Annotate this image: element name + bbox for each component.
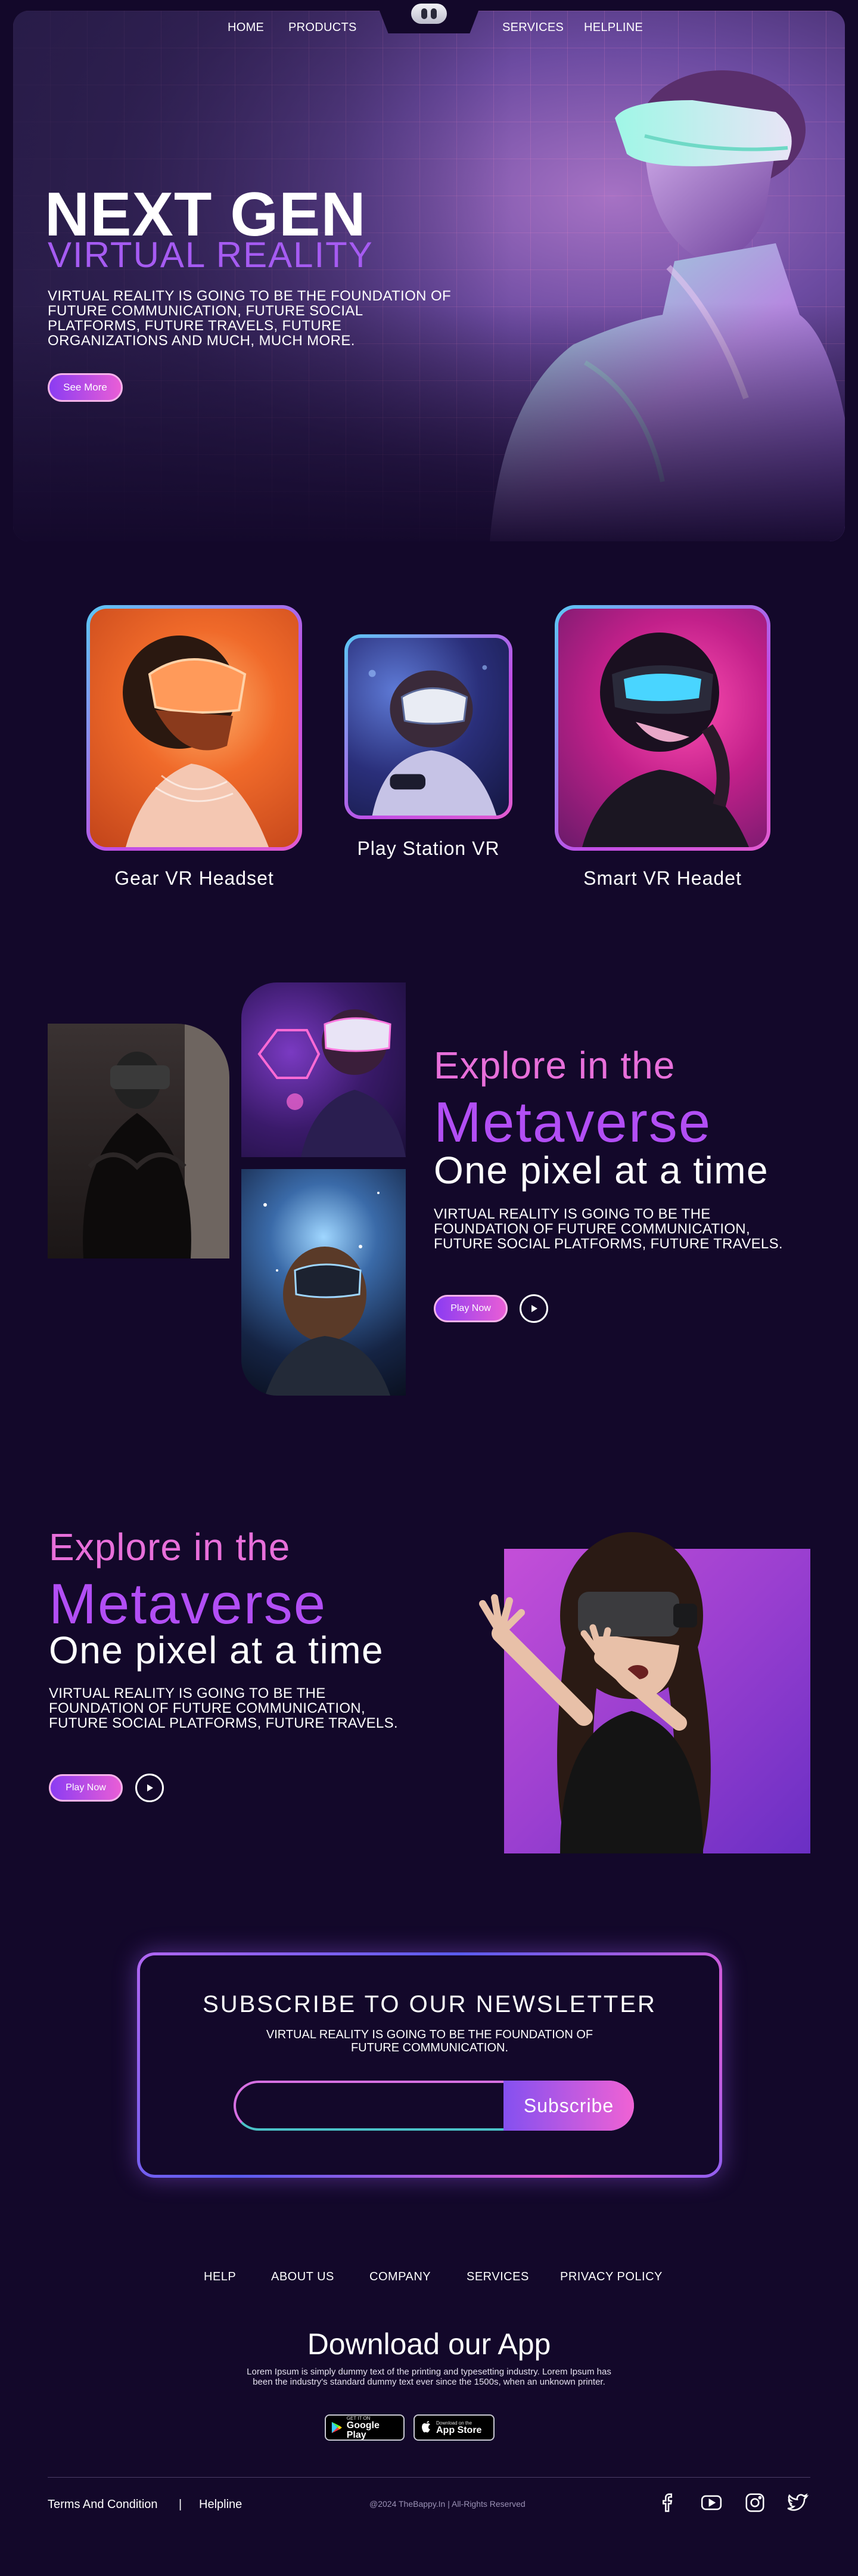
footer-link-services[interactable]: SERVICES bbox=[467, 2270, 529, 2284]
hologram-vr-illustration bbox=[257, 1009, 406, 1157]
explore2-play-now-button[interactable]: Play Now bbox=[49, 1774, 123, 1802]
newsletter-box: SUBSCRIBE TO OUR NEWSLETTER VIRTUAL REAL… bbox=[137, 1952, 722, 2178]
app-store-text: App Store bbox=[436, 2425, 482, 2435]
footer-link-company[interactable]: COMPANY bbox=[369, 2270, 431, 2284]
instagram-glyph bbox=[745, 2493, 764, 2512]
hero-subtitle: VIRTUAL REALITY bbox=[48, 235, 374, 275]
product-image-playstation bbox=[348, 638, 509, 816]
explore1-tagline: One pixel at a time bbox=[434, 1149, 769, 1192]
explore1-small-heading: Explore in the bbox=[434, 1044, 676, 1087]
twitter-icon[interactable] bbox=[784, 2490, 810, 2516]
explore1-big-heading: Metaverse bbox=[434, 1090, 712, 1154]
see-more-button[interactable]: See More bbox=[48, 373, 123, 402]
product-label-playstation: Play Station VR bbox=[357, 838, 500, 859]
nav-home[interactable]: HOME bbox=[228, 21, 264, 35]
explore2-small-heading: Explore in the bbox=[49, 1526, 291, 1568]
hero-section: NEXT GEN VIRTUAL REALITY VIRTUAL REALITY… bbox=[13, 11, 845, 541]
product-card-smart[interactable] bbox=[555, 605, 770, 851]
footer-link-about[interactable]: ABOUT US bbox=[271, 2270, 334, 2284]
newsletter-title: SUBSCRIBE TO OUR NEWSLETTER bbox=[203, 1991, 657, 2017]
youtube-icon[interactable] bbox=[698, 2490, 725, 2516]
nav-services[interactable]: SERVICES bbox=[502, 21, 564, 35]
product-label-smart: Smart VR Headet bbox=[583, 867, 742, 889]
hero-description: VIRTUAL REALITY IS GOING TO BE THE FOUND… bbox=[48, 288, 452, 349]
explore-photo-dress bbox=[48, 1024, 229, 1258]
download-app-title: Download our App bbox=[307, 2327, 551, 2361]
space-vr-illustration bbox=[263, 1192, 390, 1396]
play-icon[interactable] bbox=[135, 1774, 164, 1802]
footer-separator: | bbox=[179, 2498, 182, 2511]
footer-divider bbox=[48, 2477, 810, 2478]
product-card-gear[interactable] bbox=[86, 605, 302, 851]
headset-logo-icon[interactable] bbox=[411, 4, 447, 24]
product-label-gear: Gear VR Headset bbox=[114, 867, 274, 889]
subscribe-button[interactable]: Subscribe bbox=[503, 2081, 634, 2131]
google-play-badge[interactable]: GET IT ON Google Play bbox=[325, 2414, 405, 2441]
copyright-text: @2024 TheBappy.In | All-Rights Reserved bbox=[369, 2499, 526, 2509]
play-triangle bbox=[531, 1305, 537, 1312]
explore1-description: VIRTUAL REALITY IS GOING TO BE THE FOUND… bbox=[434, 1206, 783, 1252]
product-image-smart bbox=[558, 609, 767, 847]
hero-bottom-fade bbox=[13, 11, 845, 541]
facebook-glyph bbox=[663, 2493, 673, 2512]
app-store-badge[interactable]: Download on the App Store bbox=[414, 2414, 495, 2441]
explore2-description: VIRTUAL REALITY IS GOING TO BE THE FOUND… bbox=[49, 1685, 398, 1731]
facebook-icon[interactable] bbox=[655, 2490, 682, 2516]
play-icon[interactable] bbox=[520, 1294, 548, 1323]
explore-photo-hologram bbox=[241, 982, 406, 1157]
explore2-tagline: One pixel at a time bbox=[49, 1629, 384, 1672]
explore1-play-now-button[interactable]: Play Now bbox=[434, 1295, 508, 1322]
gear-headset-illustration bbox=[123, 636, 269, 847]
play-triangle bbox=[147, 1784, 153, 1791]
explore2-big-heading: Metaverse bbox=[49, 1572, 327, 1636]
apple-icon bbox=[422, 2421, 430, 2433]
newsletter-inner: SUBSCRIBE TO OUR NEWSLETTER VIRTUAL REAL… bbox=[140, 1955, 719, 2175]
download-app-description: Lorem Ipsum is simply dummy text of the … bbox=[247, 2367, 611, 2387]
product-card-playstation[interactable] bbox=[344, 634, 512, 819]
dress-woman-illustration bbox=[83, 1024, 229, 1258]
helpline-link[interactable]: Helpline bbox=[199, 2498, 242, 2512]
footer-link-privacy[interactable]: PRIVACY POLICY bbox=[560, 2270, 663, 2284]
google-play-text: Google Play bbox=[346, 2420, 380, 2440]
google-play-icon bbox=[331, 2422, 342, 2434]
explore2-vr-girl-image bbox=[479, 1532, 711, 1853]
nav-helpline[interactable]: HELPLINE bbox=[584, 21, 643, 35]
explore-photo-space bbox=[241, 1169, 406, 1396]
product-image-gear bbox=[90, 609, 299, 847]
footer-link-help[interactable]: HELP bbox=[204, 2270, 236, 2284]
newsletter-description: VIRTUAL REALITY IS GOING TO BE THE FOUND… bbox=[266, 2028, 593, 2054]
nav-products[interactable]: PRODUCTS bbox=[288, 21, 357, 35]
twitter-glyph bbox=[787, 2493, 809, 2511]
smart-headset-illustration bbox=[582, 633, 749, 847]
youtube-glyph bbox=[701, 2495, 722, 2510]
top-nav: HOME PRODUCTS SERVICES HELPLINE bbox=[0, 0, 858, 35]
playstation-vr-illustration bbox=[368, 665, 497, 816]
instagram-icon[interactable] bbox=[742, 2490, 768, 2516]
terms-link[interactable]: Terms And Condition bbox=[48, 2498, 158, 2512]
